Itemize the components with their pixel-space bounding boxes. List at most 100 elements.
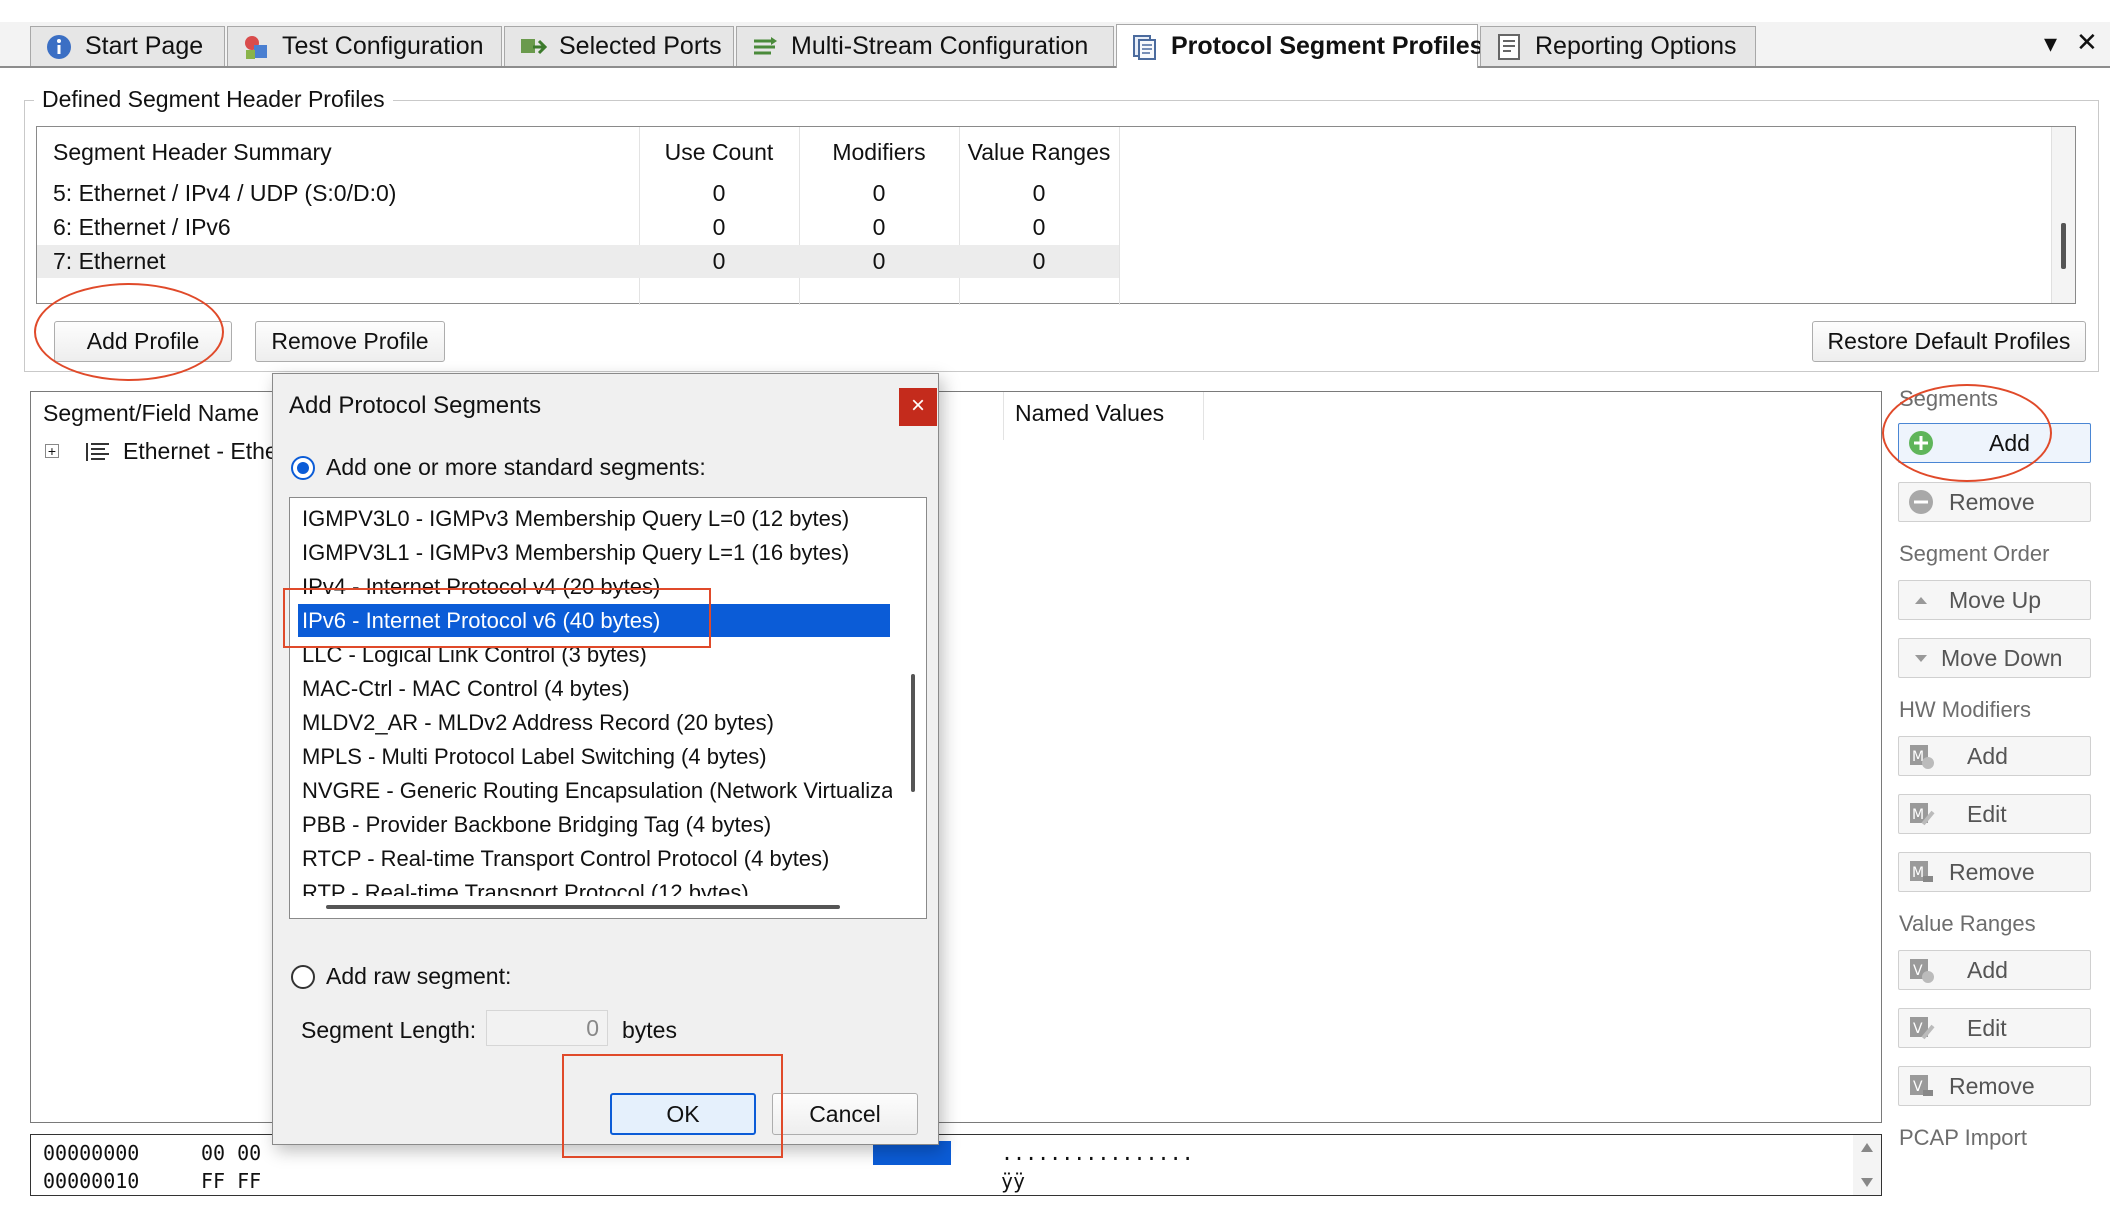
col-divider xyxy=(1003,392,1004,440)
profiles-scrollbar[interactable] xyxy=(2051,127,2075,303)
standard-segments-radio[interactable] xyxy=(291,456,315,480)
remove-icon xyxy=(1909,490,1933,514)
segment-length-label: Segment Length: xyxy=(301,1017,477,1043)
row-value-ranges: 0 xyxy=(1032,214,1046,240)
segment-remove-button[interactable]: Remove xyxy=(1898,482,2091,522)
list-horizontal-scrollbar[interactable] xyxy=(290,896,900,918)
move-down-button[interactable]: Move Down xyxy=(1898,638,2091,678)
raw-segment-radio[interactable] xyxy=(291,965,315,989)
tab-start-page[interactable]: Start Page xyxy=(30,26,225,66)
value-range-remove-icon: V xyxy=(1910,1075,1933,1096)
config-icon xyxy=(245,35,267,59)
value-range-add-icon: V xyxy=(1910,959,1934,983)
list-item[interactable]: MAC-Ctrl - MAC Control (4 bytes) xyxy=(298,672,630,705)
hw-modifier-remove-button[interactable]: M Remove xyxy=(1898,852,2091,892)
hex-bytes[interactable]: FF FF xyxy=(201,1169,261,1193)
row-modifiers: 0 xyxy=(872,214,886,240)
close-tab-button[interactable]: ✕ xyxy=(2076,27,2098,58)
tab-multi-stream-configuration[interactable]: Multi-Stream Configuration xyxy=(736,26,1114,66)
col-header-modifiers[interactable]: Modifiers xyxy=(799,139,959,166)
modifier-remove-icon: M xyxy=(1910,861,1933,882)
col-divider xyxy=(1203,392,1204,440)
value-range-edit-icon: V xyxy=(1910,1017,1935,1040)
info-icon xyxy=(47,34,71,59)
table-row[interactable]: 5: Ethernet / IPv4 / UDP (S:0/D:0) 0 0 0 xyxy=(37,177,1119,210)
row-value-ranges: 0 xyxy=(1032,180,1046,206)
cancel-button[interactable]: Cancel xyxy=(772,1093,918,1135)
multistream-icon xyxy=(754,36,777,54)
segment-listbox[interactable]: IGMPV3L0 - IGMPv3 Membership Query L=0 (… xyxy=(289,497,927,919)
list-item[interactable]: MPLS - Multi Protocol Label Switching (4… xyxy=(298,740,767,773)
segment-remove-label: Remove xyxy=(1949,488,2035,515)
hex-bytes[interactable]: 00 00 xyxy=(201,1141,261,1165)
segment-length-input[interactable]: 0 xyxy=(486,1010,608,1046)
value-range-remove-button[interactable]: V Remove xyxy=(1898,1066,2091,1106)
scrollbar-thumb[interactable] xyxy=(911,674,915,792)
annotation-circle-add-profile xyxy=(34,283,224,381)
hex-ascii: ................ xyxy=(1001,1141,1194,1165)
col-header-named-values[interactable]: Named Values xyxy=(1015,400,1164,427)
hex-scrollbar[interactable] xyxy=(1853,1135,1881,1195)
value-ranges-label: Value Ranges xyxy=(1899,911,2036,936)
list-item[interactable]: MLDV2_AR - MLDv2 Address Record (20 byte… xyxy=(298,706,774,739)
tab-label: Test Configuration xyxy=(282,32,484,60)
list-item[interactable]: IGMPV3L1 - IGMPv3 Membership Query L=1 (… xyxy=(298,536,849,569)
restore-default-profiles-button[interactable]: Restore Default Profiles xyxy=(1812,321,2086,362)
table-row-selected[interactable]: 7: Ethernet 0 0 0 xyxy=(37,245,1119,278)
hex-offset: 00000010 xyxy=(43,1169,140,1193)
hex-offset: 00000000 xyxy=(43,1141,140,1165)
hw-add-label: Add xyxy=(1967,742,2008,769)
tab-selected-ports[interactable]: Selected Ports xyxy=(504,26,734,66)
segment-tree-icon xyxy=(86,443,109,461)
scroll-up-icon[interactable] xyxy=(1860,1141,1874,1153)
profiles-group-title: Defined Segment Header Profiles xyxy=(34,86,393,113)
scrollbar-thumb[interactable] xyxy=(2061,223,2066,269)
scrollbar-thumb[interactable] xyxy=(326,905,840,909)
hw-modifier-add-button[interactable]: M Add xyxy=(1898,736,2091,776)
vr-edit-label: Edit xyxy=(1967,1014,2007,1041)
hw-modifier-edit-button[interactable]: M Edit xyxy=(1898,794,2091,834)
list-item[interactable]: NVGRE - Generic Routing Encapsulation (N… xyxy=(298,774,892,807)
tab-protocol-segment-profiles[interactable]: Protocol Segment Profiles xyxy=(1116,24,1484,68)
list-vertical-scrollbar[interactable] xyxy=(900,498,926,918)
list-item[interactable]: IGMPV3L0 - IGMPv3 Membership Query L=0 (… xyxy=(298,502,849,535)
list-item[interactable]: RTCP - Real-time Transport Control Proto… xyxy=(298,842,829,875)
hw-modifiers-label: HW Modifiers xyxy=(1899,697,2032,722)
tab-test-configuration[interactable]: Test Configuration xyxy=(227,26,502,66)
col-divider xyxy=(1119,127,1120,305)
col-header-field-name[interactable]: Segment/Field Name xyxy=(43,400,259,427)
row-use-count: 0 xyxy=(712,248,726,274)
tab-label: Protocol Segment Profiles xyxy=(1171,32,1484,60)
vr-remove-label: Remove xyxy=(1949,1072,2035,1099)
scroll-down-icon[interactable] xyxy=(1860,1177,1874,1189)
dialog-title: Add Protocol Segments xyxy=(289,392,542,419)
tab-label: Multi-Stream Configuration xyxy=(791,32,1089,60)
move-up-button[interactable]: Move Up xyxy=(1898,580,2091,620)
tree-item-ethernet[interactable]: Ethernet - Ethe xyxy=(123,438,278,465)
pcap-import-label: PCAP Import xyxy=(1899,1125,2027,1150)
profiles-table: Segment Header Summary Use Count Modifie… xyxy=(36,126,2076,305)
profiles-icon xyxy=(1133,34,1156,60)
list-item[interactable]: PBB - Provider Backbone Bridging Tag (4 … xyxy=(298,808,771,841)
row-use-count: 0 xyxy=(712,180,726,206)
arrow-down-icon xyxy=(1915,655,1927,662)
value-range-add-button[interactable]: V Add xyxy=(1898,950,2091,990)
row-summary: 7: Ethernet xyxy=(53,248,166,274)
row-modifiers: 0 xyxy=(872,180,886,206)
segment-order-label: Segment Order xyxy=(1899,541,2050,566)
dialog-close-button[interactable]: × xyxy=(899,388,937,426)
move-down-label: Move Down xyxy=(1941,644,2063,671)
tab-bar: Start Page Test Configuration Selected P… xyxy=(0,22,2110,68)
tab-label: Start Page xyxy=(85,32,204,60)
col-header-use-count[interactable]: Use Count xyxy=(639,139,799,166)
col-header-value-ranges[interactable]: Value Ranges xyxy=(959,139,1119,166)
value-range-edit-button[interactable]: V Edit xyxy=(1898,1008,2091,1048)
annotation-box-ok xyxy=(562,1054,783,1158)
report-icon xyxy=(1498,33,1520,60)
table-row[interactable]: 6: Ethernet / IPv6 0 0 0 xyxy=(37,211,1119,244)
tab-reporting-options[interactable]: Reporting Options xyxy=(1480,26,1756,66)
expand-icon[interactable]: + xyxy=(45,444,59,458)
remove-profile-button[interactable]: Remove Profile xyxy=(255,321,445,362)
col-header-summary[interactable]: Segment Header Summary xyxy=(53,139,332,166)
tab-list-dropdown[interactable]: ▾ xyxy=(2044,28,2057,59)
